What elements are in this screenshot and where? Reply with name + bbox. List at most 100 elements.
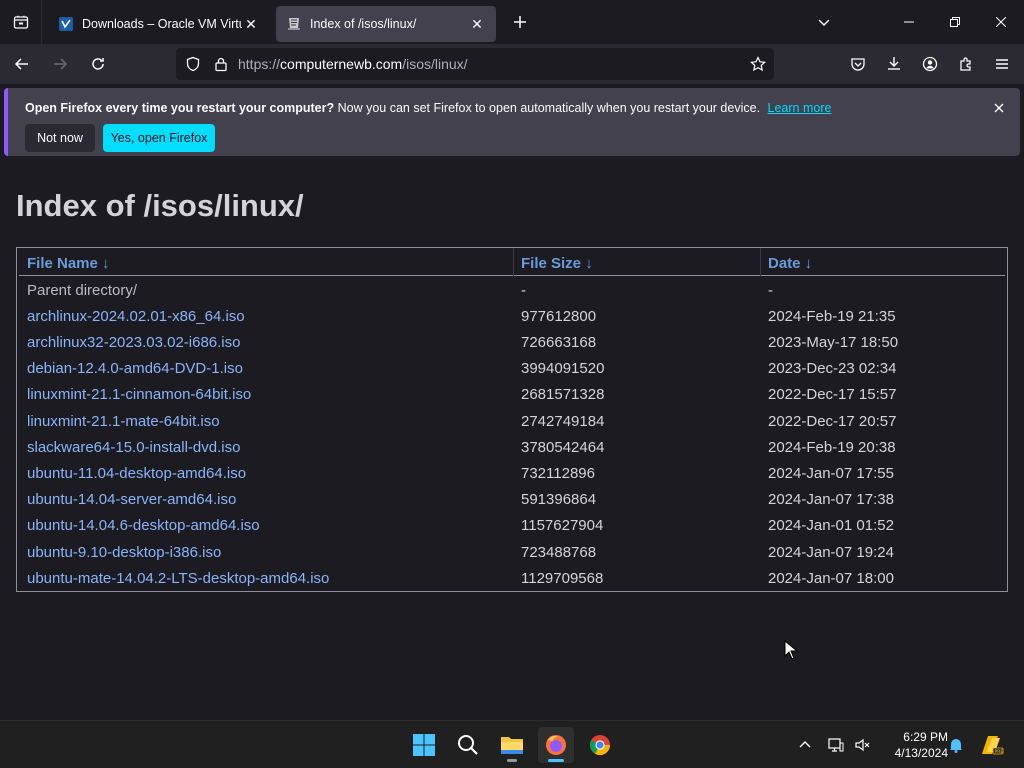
chrome-taskbar-button[interactable] — [582, 727, 618, 763]
file-size: 977612800 — [521, 308, 597, 325]
file-date: 2024-Feb-19 21:35 — [768, 308, 896, 325]
file-link[interactable]: debian-12.4.0-amd64-DVD-1.iso — [27, 360, 243, 377]
file-link[interactable]: archlinux-2024.02.01-x86_64.iso — [27, 308, 245, 325]
hamburger-menu-icon — [996, 59, 1008, 69]
not-now-button[interactable]: Not now — [25, 124, 95, 152]
show-hidden-icons-button[interactable] — [794, 721, 816, 768]
close-tab-icon[interactable]: ✕ — [468, 15, 486, 33]
new-tab-button[interactable] — [502, 4, 538, 40]
file-size: 3994091520 — [521, 360, 605, 377]
windows-taskbar: 6:29 PM 4/13/2024 PRE — [0, 720, 1024, 768]
table-row: ubuntu-11.04-desktop-amd64.iso 732112896 2… — [27, 461, 1003, 487]
file-link[interactable]: ubuntu-mate-14.04.2-LTS-desktop-amd64.is… — [27, 570, 329, 587]
network-icon — [828, 738, 844, 752]
table-row: linuxmint-21.1-cinnamon-64bit.iso 2681571… — [27, 382, 1003, 408]
column-header-file-name[interactable]: File Name ↓ — [27, 255, 110, 272]
table-row: Parent directory/ - - — [27, 278, 1003, 304]
arrow-right-icon — [54, 58, 68, 70]
tab-virtualbox-downloads[interactable]: Downloads – Oracle VM VirtualBox ✕ — [48, 6, 270, 42]
file-link[interactable]: archlinux32-2023.03.02-i686.iso — [27, 334, 240, 351]
widgets-button[interactable]: PRE — [978, 721, 1006, 768]
file-date: 2023-Dec-23 02:34 — [768, 360, 897, 377]
learn-more-link[interactable]: Learn more — [768, 101, 832, 115]
search-button[interactable] — [450, 727, 486, 763]
file-listing-table: File Name ↓ File Size ↓ Date ↓ Parent di… — [16, 247, 1008, 592]
restore-button[interactable] — [932, 0, 978, 44]
lock-icon[interactable] — [210, 53, 232, 75]
file-date: 2022-Dec-17 15:57 — [768, 386, 897, 403]
file-date: 2024-Jan-07 17:55 — [768, 465, 894, 482]
list-all-tabs-button[interactable] — [810, 8, 838, 36]
file-size: 726663168 — [521, 334, 597, 351]
network-button[interactable] — [826, 721, 846, 768]
file-size: - — [521, 282, 526, 299]
close-notification-icon[interactable] — [990, 99, 1008, 117]
downloads-button[interactable] — [878, 48, 910, 80]
file-link[interactable]: ubuntu-14.04-server-amd64.iso — [27, 491, 236, 508]
chevron-down-icon — [818, 19, 830, 27]
file-link[interactable]: Parent directory/ — [27, 282, 137, 299]
reload-icon — [92, 58, 104, 70]
tab-index-isos-linux[interactable]: Index of /isos/linux/ ✕ — [276, 6, 496, 42]
clock-time: 6:29 PM — [903, 730, 948, 744]
search-icon — [458, 735, 478, 755]
firefox-icon — [546, 735, 566, 755]
volume-button[interactable] — [852, 721, 872, 768]
plus-icon — [514, 16, 526, 28]
file-link[interactable]: ubuntu-9.10-desktop-i386.iso — [27, 544, 221, 561]
file-size: 2742749184 — [521, 413, 605, 430]
minimize-button[interactable] — [886, 0, 932, 44]
account-button[interactable] — [914, 48, 946, 80]
notification-message: Open Firefox every time you restart your… — [25, 101, 832, 115]
file-size: 732112896 — [521, 465, 595, 482]
system-clock[interactable]: 6:29 PM 4/13/2024 — [878, 729, 948, 761]
table-row: ubuntu-9.10-desktop-i386.iso 723488768 202… — [27, 540, 1003, 566]
firefox-taskbar-button[interactable] — [538, 727, 574, 763]
file-link[interactable]: slackware64-15.0-install-dvd.iso — [27, 439, 240, 456]
tracking-protection-icon[interactable] — [182, 53, 204, 75]
file-link[interactable]: ubuntu-14.04.6-desktop-amd64.iso — [27, 517, 260, 534]
file-size: 3780542464 — [521, 439, 605, 456]
file-explorer-button[interactable] — [494, 727, 530, 763]
file-link[interactable]: ubuntu-11.04-desktop-amd64.iso — [27, 465, 246, 482]
start-button[interactable] — [406, 727, 442, 763]
table-row: debian-12.4.0-amd64-DVD-1.iso 3994091520 2… — [27, 356, 1003, 382]
close-icon — [996, 17, 1006, 27]
column-header-file-size[interactable]: File Size ↓ — [521, 255, 593, 272]
menu-button[interactable] — [986, 48, 1018, 80]
file-link[interactable]: linuxmint-21.1-mate-64bit.iso — [27, 413, 220, 430]
yes-open-firefox-button[interactable]: Yes, open Firefox — [103, 124, 215, 152]
file-date: 2022-Dec-17 20:57 — [768, 413, 897, 430]
download-icon — [888, 57, 900, 70]
forward-button[interactable] — [44, 48, 76, 80]
table-header: File Name ↓ File Size ↓ Date ↓ — [19, 248, 1005, 276]
bookmark-star-icon[interactable] — [744, 50, 772, 78]
tab-title: Downloads – Oracle VM VirtualBox — [82, 17, 242, 31]
table-row: slackware64-15.0-install-dvd.iso 37805424… — [27, 435, 1003, 461]
back-button[interactable] — [6, 48, 38, 80]
bell-icon — [950, 739, 962, 753]
extensions-button[interactable] — [950, 48, 982, 80]
close-window-button[interactable] — [978, 0, 1024, 44]
file-explorer-icon — [501, 737, 523, 754]
chevron-up-icon — [799, 741, 811, 748]
firefox-view-button[interactable] — [0, 0, 42, 44]
virtualbox-favicon-icon — [59, 17, 73, 31]
column-separator — [760, 248, 761, 276]
file-link[interactable]: linuxmint-21.1-cinnamon-64bit.iso — [27, 386, 251, 403]
page-title: Index of /isos/linux/ — [16, 188, 304, 223]
table-row: ubuntu-14.04.6-desktop-amd64.iso 11576279… — [27, 513, 1003, 539]
column-separator — [513, 248, 514, 276]
column-header-date[interactable]: Date ↓ — [768, 255, 812, 272]
minimize-icon — [904, 21, 914, 23]
url-bar[interactable]: https://computernewb.com/isos/linux/ — [176, 48, 774, 80]
file-date: 2024-Jan-07 18:00 — [768, 570, 894, 587]
close-tab-icon[interactable]: ✕ — [242, 15, 260, 33]
notifications-button[interactable] — [946, 721, 966, 768]
reload-button[interactable] — [82, 48, 114, 80]
clock-date: 4/13/2024 — [894, 746, 948, 760]
file-date: 2023-May-17 18:50 — [768, 334, 899, 351]
file-size: 723488768 — [521, 544, 597, 561]
table-row: archlinux32-2023.03.02-i686.iso 726663168… — [27, 330, 1003, 356]
pocket-button[interactable] — [842, 48, 874, 80]
